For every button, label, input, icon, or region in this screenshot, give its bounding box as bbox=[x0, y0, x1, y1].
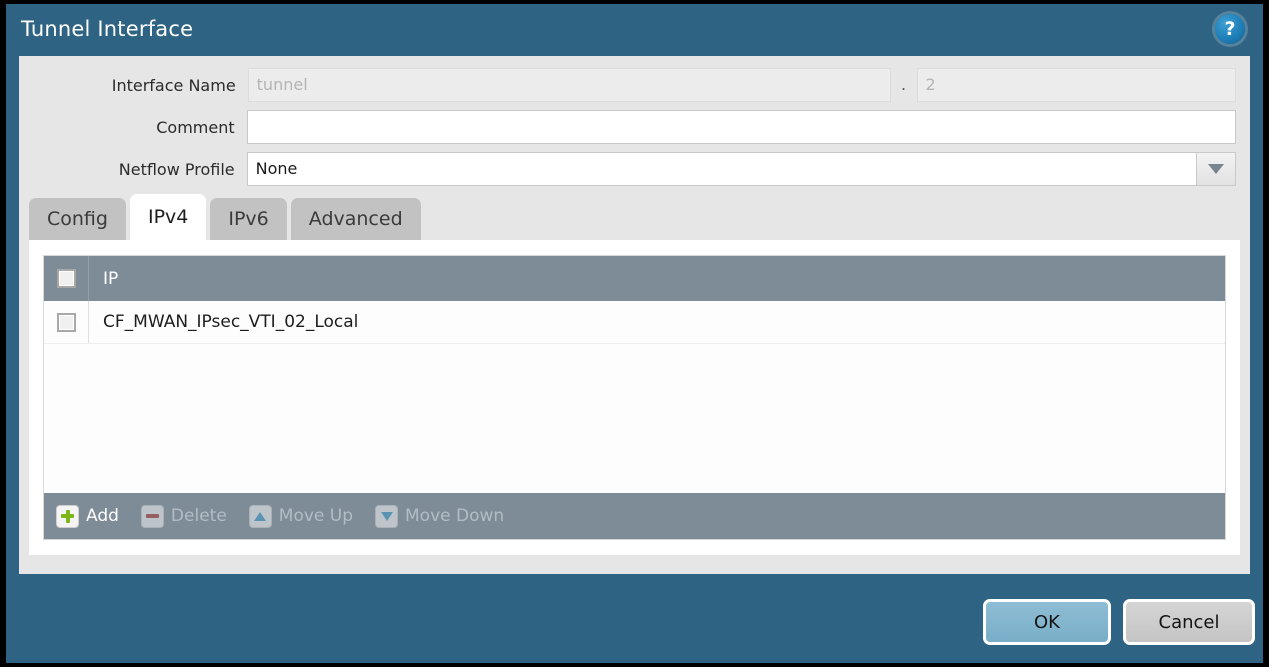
table-row[interactable]: CF_MWAN_IPsec_VTI_02_Local bbox=[44, 301, 1225, 344]
row-select-cell[interactable] bbox=[44, 301, 89, 343]
add-button[interactable]: Add bbox=[56, 504, 119, 528]
interface-name-label: Interface Name bbox=[111, 75, 236, 95]
comment-row: Comment bbox=[33, 110, 1236, 144]
netflow-profile-label: Netflow Profile bbox=[118, 159, 235, 179]
cancel-button[interactable]: Cancel bbox=[1123, 599, 1255, 645]
dialog-body: Interface Name tunnel . 2 Comment Netflo… bbox=[19, 56, 1250, 574]
comment-label: Comment bbox=[156, 117, 235, 137]
interface-name-prefix-input[interactable]: tunnel bbox=[247, 68, 891, 102]
form-section: Interface Name tunnel . 2 Comment Netflo… bbox=[19, 56, 1250, 186]
ip-table-body: CF_MWAN_IPsec_VTI_02_Local bbox=[44, 301, 1225, 493]
comment-input[interactable] bbox=[246, 110, 1236, 144]
netflow-profile-select[interactable]: None bbox=[246, 152, 1236, 186]
arrow-down-icon bbox=[375, 504, 399, 528]
delete-button-label: Delete bbox=[170, 506, 227, 526]
ip-table-toolbar: Add Delete Move Up Move Down bbox=[44, 493, 1225, 539]
tab-ipv4[interactable]: IPv4 bbox=[129, 194, 207, 240]
move-up-button[interactable]: Move Up bbox=[248, 504, 354, 528]
dialog-title: Tunnel Interface bbox=[21, 17, 194, 41]
delete-button[interactable]: Delete bbox=[140, 504, 227, 528]
ipv4-tab-panel: IP CF_MWAN_IPsec_VTI_02_Local Add Delete… bbox=[29, 240, 1240, 555]
select-all-cell[interactable] bbox=[44, 256, 89, 301]
interface-name-row: Interface Name tunnel . 2 bbox=[33, 68, 1237, 102]
tab-ipv6[interactable]: IPv6 bbox=[210, 198, 287, 240]
minus-icon bbox=[140, 504, 164, 528]
tab-bar: Config IPv4 IPv6 Advanced bbox=[29, 194, 1250, 240]
move-down-button-label: Move Down bbox=[405, 506, 505, 526]
column-header-ip: IP bbox=[103, 268, 119, 289]
netflow-profile-row: Netflow Profile None bbox=[33, 152, 1236, 186]
tab-advanced[interactable]: Advanced bbox=[290, 198, 421, 240]
tunnel-interface-dialog: Tunnel Interface ? Interface Name tunnel… bbox=[6, 4, 1263, 663]
help-circle-icon[interactable]: ? bbox=[1215, 14, 1245, 44]
interface-name-separator: . bbox=[901, 75, 907, 94]
chevron-down-icon bbox=[1208, 164, 1224, 174]
netflow-profile-dropdown-button[interactable] bbox=[1196, 152, 1236, 186]
select-all-checkbox[interactable] bbox=[56, 269, 76, 288]
row-checkbox[interactable] bbox=[56, 312, 76, 332]
add-button-label: Add bbox=[86, 506, 119, 526]
netflow-profile-value[interactable]: None bbox=[246, 152, 1196, 186]
dialog-titlebar: Tunnel Interface ? bbox=[6, 4, 1263, 56]
ip-table: IP CF_MWAN_IPsec_VTI_02_Local Add Delete… bbox=[43, 255, 1226, 540]
row-ip-value: CF_MWAN_IPsec_VTI_02_Local bbox=[103, 312, 359, 332]
arrow-up-icon bbox=[248, 504, 272, 528]
interface-name-suffix-input[interactable]: 2 bbox=[916, 68, 1237, 102]
ip-table-header: IP bbox=[44, 256, 1225, 301]
plus-icon bbox=[56, 504, 79, 528]
move-down-button[interactable]: Move Down bbox=[375, 504, 505, 528]
ok-button[interactable]: OK bbox=[983, 599, 1111, 645]
move-up-button-label: Move Up bbox=[278, 506, 354, 526]
dialog-footer: OK Cancel bbox=[6, 574, 1263, 663]
tab-config[interactable]: Config bbox=[29, 198, 126, 240]
